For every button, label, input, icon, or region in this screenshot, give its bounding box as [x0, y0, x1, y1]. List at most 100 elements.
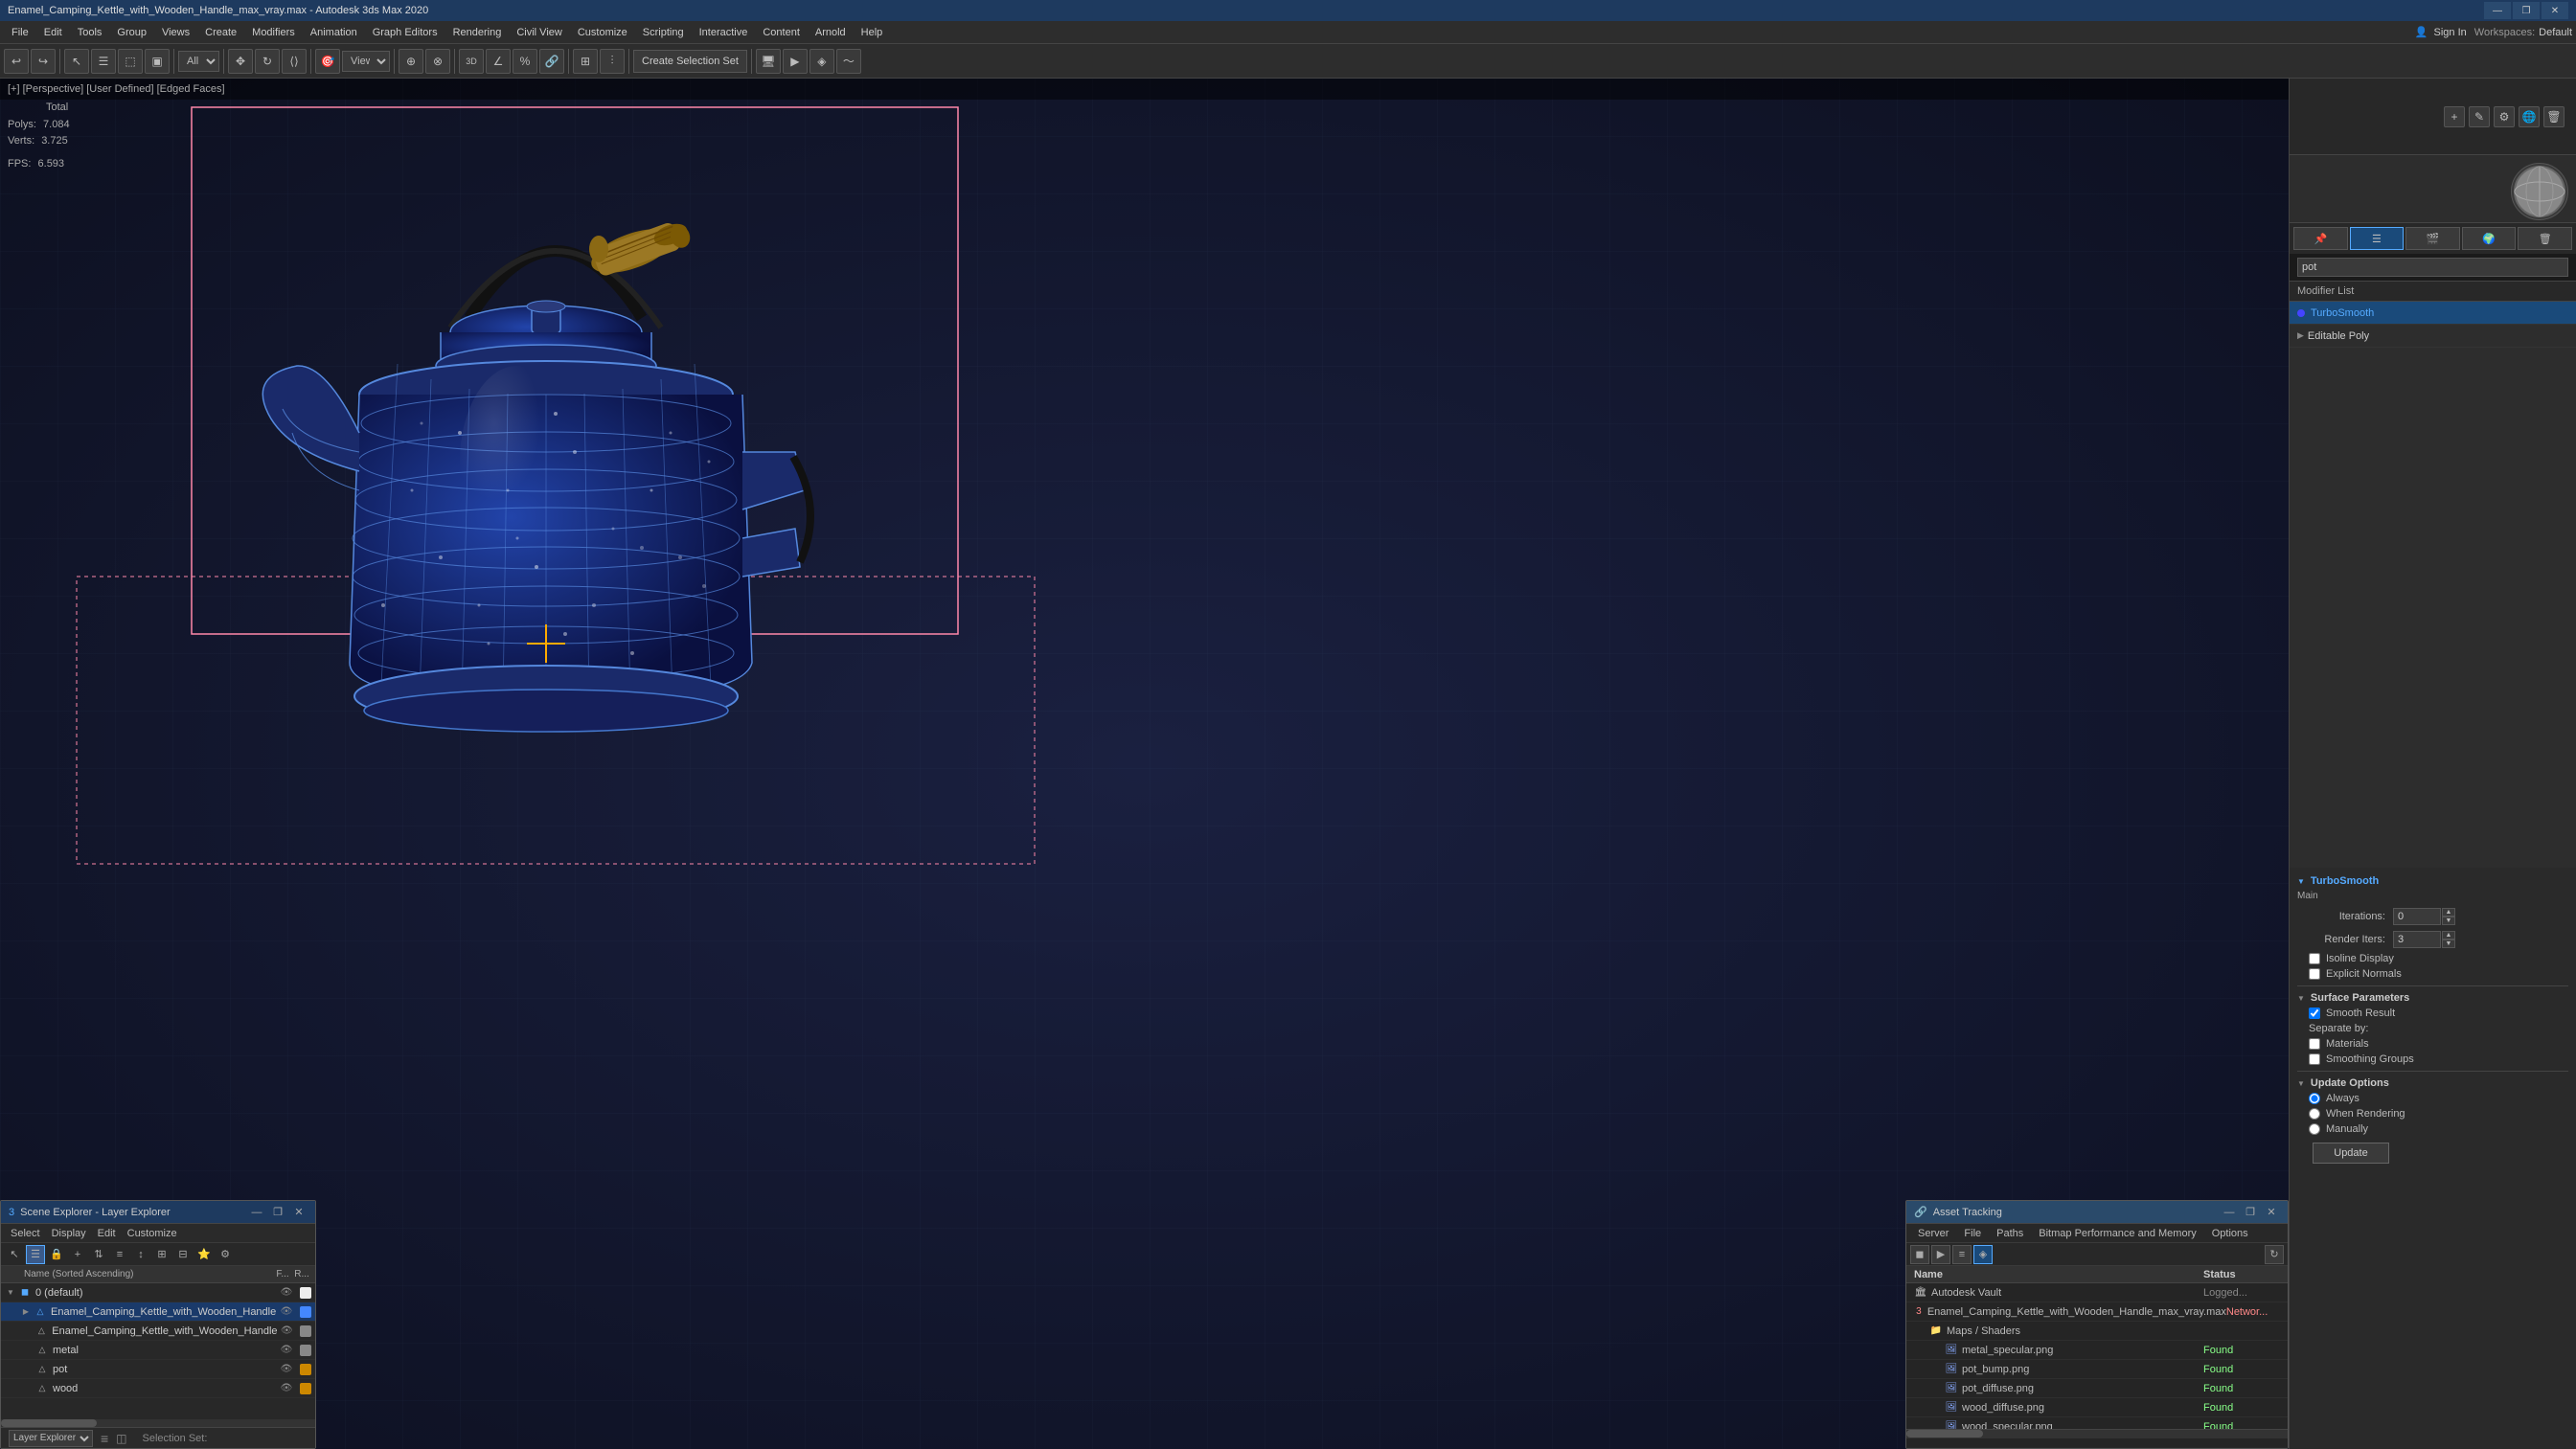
- move-button[interactable]: ✥: [228, 49, 253, 74]
- restore-button[interactable]: ❐: [2513, 2, 2540, 19]
- percent-snap-button[interactable]: %: [513, 49, 537, 74]
- curve-editor-button[interactable]: 〜: [836, 49, 861, 74]
- scale-button[interactable]: ⟨⟩: [282, 49, 307, 74]
- rp-btn1[interactable]: +: [2444, 106, 2465, 127]
- at-tool-refresh[interactable]: ↻: [2265, 1245, 2284, 1264]
- render-setup-button[interactable]: 🖥: [756, 49, 781, 74]
- se-menu-edit[interactable]: Edit: [92, 1227, 122, 1240]
- se-tool-sort[interactable]: ↕: [131, 1245, 150, 1264]
- update-options-header[interactable]: Update Options: [2297, 1077, 2568, 1089]
- rotate-button[interactable]: ↻: [255, 49, 280, 74]
- iterations-input[interactable]: [2393, 908, 2441, 925]
- render-iters-up[interactable]: ▲: [2442, 931, 2455, 940]
- align-button[interactable]: ⫶: [600, 49, 625, 74]
- close-button[interactable]: ✕: [2542, 2, 2568, 19]
- at-menu-paths[interactable]: Paths: [1989, 1227, 2031, 1240]
- tree-row-enamel-sub[interactable]: △ Enamel_Camping_Kettle_with_Wooden_Hand…: [1, 1322, 315, 1341]
- render-button[interactable]: ▶: [783, 49, 808, 74]
- pivot-button[interactable]: ⊕: [399, 49, 423, 74]
- at-tool-btn1[interactable]: ◼: [1910, 1245, 1929, 1264]
- mod-stack-button[interactable]: ☰: [2350, 227, 2405, 250]
- smoothing-groups-checkbox[interactable]: [2309, 1053, 2320, 1065]
- angle-snap-button[interactable]: ∠: [486, 49, 511, 74]
- snap-button[interactable]: 3D: [459, 49, 484, 74]
- mod-pin-button[interactable]: 📌: [2293, 227, 2348, 250]
- select-button[interactable]: ↖: [64, 49, 89, 74]
- at-row-wood-diffuse[interactable]: 🖼 wood_diffuse.png Found: [1906, 1398, 2288, 1417]
- undo-button[interactable]: ↩: [4, 49, 29, 74]
- se-footer-btn2[interactable]: ◫: [116, 1432, 126, 1445]
- at-tool-btn3[interactable]: ≡: [1952, 1245, 1972, 1264]
- iterations-down[interactable]: ▼: [2442, 917, 2455, 925]
- modifier-search-input[interactable]: [2297, 258, 2568, 277]
- at-row-pot-bump[interactable]: 🖼 pot_bump.png Found: [1906, 1360, 2288, 1379]
- update-button[interactable]: Update: [2313, 1143, 2389, 1164]
- at-row-wood-specular[interactable]: 🖼 wood_specular.png Found: [1906, 1417, 2288, 1429]
- se-tool-highlight[interactable]: ⭐: [194, 1245, 214, 1264]
- se-tool-lock[interactable]: 🔒: [47, 1245, 66, 1264]
- smooth-result-checkbox[interactable]: [2309, 1008, 2320, 1019]
- at-row-vault[interactable]: 🏛 Autodesk Vault Logged...: [1906, 1283, 2288, 1302]
- scene-explorer-scrollbar-thumb[interactable]: [1, 1419, 97, 1427]
- se-tool-filter[interactable]: ≡: [110, 1245, 129, 1264]
- ref-coord-button[interactable]: 🎯: [315, 49, 340, 74]
- menu-animation[interactable]: Animation: [303, 25, 365, 40]
- surface-params-header[interactable]: Surface Parameters: [2297, 992, 2568, 1004]
- menu-tools[interactable]: Tools: [70, 25, 110, 40]
- at-tool-btn2[interactable]: ▶: [1931, 1245, 1950, 1264]
- mod-del-button[interactable]: 🗑: [2518, 227, 2572, 250]
- redo-button[interactable]: ↪: [31, 49, 56, 74]
- se-tool-collapse[interactable]: ⊟: [173, 1245, 193, 1264]
- menu-views[interactable]: Views: [154, 25, 197, 40]
- scene-explorer-restore[interactable]: ❐: [269, 1204, 286, 1221]
- modifier-editable-poly[interactable]: ▶ Editable Poly: [2290, 325, 2576, 348]
- sign-in-button[interactable]: Sign In: [2434, 27, 2467, 38]
- materials-checkbox[interactable]: [2309, 1038, 2320, 1050]
- mirror-button[interactable]: ⊞: [573, 49, 598, 74]
- menu-modifiers[interactable]: Modifiers: [244, 25, 303, 40]
- iterations-up[interactable]: ▲: [2442, 908, 2455, 917]
- manually-radio[interactable]: [2309, 1123, 2320, 1135]
- menu-rendering[interactable]: Rendering: [445, 25, 510, 40]
- render-iters-down[interactable]: ▼: [2442, 940, 2455, 948]
- mod-env-button[interactable]: 🌍: [2462, 227, 2517, 250]
- rp-btn4[interactable]: 🌐: [2519, 106, 2540, 127]
- create-selection-button[interactable]: Create Selection Set: [633, 50, 747, 73]
- tree-row-enamel-main[interactable]: ▶ △ Enamel_Camping_Kettle_with_Wooden_Ha…: [1, 1302, 315, 1322]
- scene-explorer-minimize[interactable]: —: [248, 1204, 265, 1221]
- menu-edit[interactable]: Edit: [36, 25, 70, 40]
- at-menu-bitmap[interactable]: Bitmap Performance and Memory: [2031, 1227, 2203, 1240]
- menu-scripting[interactable]: Scripting: [635, 25, 692, 40]
- menu-file[interactable]: File: [4, 25, 36, 40]
- at-minimize-button[interactable]: —: [2221, 1204, 2238, 1221]
- se-tool-expand[interactable]: ⊞: [152, 1245, 171, 1264]
- at-row-pot-diffuse[interactable]: 🖼 pot_diffuse.png Found: [1906, 1379, 2288, 1398]
- at-row-maps-folder[interactable]: 📁 Maps / Shaders: [1906, 1322, 2288, 1341]
- tree-row-0-default[interactable]: ▼ ◼ 0 (default) 👁: [1, 1283, 315, 1302]
- selection-filter-dropdown[interactable]: All: [178, 51, 219, 72]
- se-footer-btn1[interactable]: ≡: [101, 1431, 108, 1446]
- at-close-button[interactable]: ✕: [2263, 1204, 2280, 1221]
- tree-row-metal[interactable]: △ metal 👁: [1, 1341, 315, 1360]
- select-region2-button[interactable]: ▣: [145, 49, 170, 74]
- menu-create[interactable]: Create: [197, 25, 244, 40]
- scene-explorer-mode-dropdown[interactable]: Layer Explorer: [9, 1430, 93, 1447]
- menu-arnold[interactable]: Arnold: [808, 25, 854, 40]
- se-menu-select[interactable]: Select: [5, 1227, 46, 1240]
- se-tool-select[interactable]: ↖: [5, 1245, 24, 1264]
- tree-row-wood[interactable]: △ wood 👁: [1, 1379, 315, 1398]
- menu-interactive[interactable]: Interactive: [692, 25, 756, 40]
- view-dropdown[interactable]: View: [342, 51, 390, 72]
- at-menu-file[interactable]: File: [1956, 1227, 1989, 1240]
- isoline-checkbox[interactable]: [2309, 953, 2320, 964]
- rp-btn2[interactable]: ✎: [2469, 106, 2490, 127]
- pivot2-button[interactable]: ⊗: [425, 49, 450, 74]
- minimize-button[interactable]: —: [2484, 2, 2511, 19]
- explicit-normals-checkbox[interactable]: [2309, 968, 2320, 980]
- se-menu-customize[interactable]: Customize: [122, 1227, 183, 1240]
- select-name-button[interactable]: ☰: [91, 49, 116, 74]
- when-rendering-radio[interactable]: [2309, 1108, 2320, 1120]
- menu-customize[interactable]: Customize: [570, 25, 635, 40]
- se-tool-settings[interactable]: ⚙: [216, 1245, 235, 1264]
- se-tool-deselect[interactable]: ☰: [26, 1245, 45, 1264]
